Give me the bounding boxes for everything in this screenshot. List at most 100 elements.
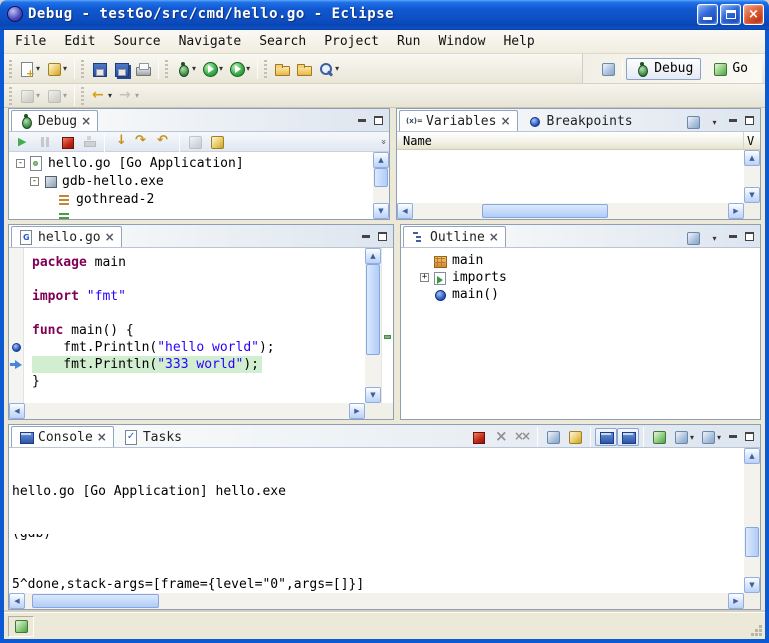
scroll-left-button[interactable]: ◀: [9, 403, 25, 419]
tree-item[interactable]: gothread-2: [9, 190, 373, 208]
overview-marker[interactable]: [384, 335, 391, 339]
tab-console[interactable]: Console×: [11, 426, 114, 447]
maximize-view-button[interactable]: [374, 228, 391, 245]
toolbar-drag-handle[interactable]: [81, 87, 84, 105]
open-go-file-button[interactable]: [271, 58, 293, 80]
expand-icon[interactable]: +: [420, 273, 429, 282]
variables-view-body[interactable]: ▲ ▼ ◀ ▶: [397, 150, 760, 219]
code-line[interactable]: [32, 271, 43, 288]
maximize-button[interactable]: [720, 4, 741, 25]
display-selected-console-button[interactable]: ▾: [670, 428, 697, 446]
scroll-right-button[interactable]: ▶: [728, 203, 744, 219]
console-horizontal-scrollbar[interactable]: ◀ ▶: [9, 593, 744, 609]
scroll-down-button[interactable]: ▼: [744, 577, 760, 593]
run-external-tools-button[interactable]: ▾: [226, 58, 253, 80]
maximize-view-button[interactable]: [741, 428, 758, 445]
scroll-down-button[interactable]: ▼: [373, 203, 389, 219]
open-perspective-button[interactable]: [597, 60, 619, 78]
code-line[interactable]: [32, 305, 43, 322]
dropdown-arrow-icon[interactable]: ▾: [36, 91, 40, 100]
view-menu-button[interactable]: ▾: [704, 229, 724, 247]
dropdown-arrow-icon[interactable]: ▾: [335, 64, 339, 73]
step-into-button[interactable]: [109, 133, 131, 151]
collapse-icon[interactable]: -: [16, 159, 25, 168]
scrollbar-thumb[interactable]: [366, 264, 380, 355]
console-output[interactable]: hello.go [Go Application] hello.exe (gdb…: [12, 448, 743, 592]
clear-console-button[interactable]: [542, 428, 564, 446]
debug-perspective-button[interactable]: Debug: [626, 58, 701, 80]
overview-ruler[interactable]: [381, 248, 393, 403]
collapse-all-button[interactable]: [682, 113, 704, 131]
terminate-button[interactable]: [56, 133, 78, 151]
debug-button[interactable]: ▾: [172, 58, 199, 80]
editor-gutter[interactable]: [9, 248, 24, 403]
close-icon[interactable]: ×: [97, 431, 107, 443]
menu-project[interactable]: Project: [315, 31, 388, 52]
dropdown-arrow-icon[interactable]: ▾: [219, 64, 223, 73]
scroll-left-button[interactable]: ◀: [397, 203, 413, 219]
tab-hello-go[interactable]: hello.go ×: [11, 226, 122, 247]
code-area[interactable]: package main import "fmt" func main() { …: [25, 248, 365, 403]
tab-tasks[interactable]: Tasks: [116, 426, 189, 447]
debug-vertical-scrollbar[interactable]: ▲ ▼: [373, 152, 389, 219]
scrollbar-thumb[interactable]: [374, 168, 388, 187]
tree-item[interactable]: +imports: [413, 269, 760, 286]
toolbar-overflow-icon[interactable]: »: [378, 139, 388, 145]
search-button[interactable]: ▾: [315, 58, 342, 80]
tree-item[interactable]: main: [413, 252, 760, 269]
tab-variables[interactable]: Variables×: [399, 110, 518, 131]
dropdown-arrow-icon[interactable]: ▾: [246, 64, 250, 73]
disconnect-button[interactable]: [78, 133, 100, 151]
next-annotation-button[interactable]: ▾: [16, 85, 43, 107]
previous-annotation-button[interactable]: ▾: [43, 85, 70, 107]
tab-breakpoints[interactable]: Breakpoints: [520, 110, 640, 131]
code-line[interactable]: func main() {: [32, 322, 137, 339]
tree-item[interactable]: -hello.go [Go Application]: [9, 154, 373, 172]
titlebar[interactable]: Debug - testGo/src/cmd/hello.go - Eclips…: [0, 0, 769, 30]
minimize-view-button[interactable]: [724, 428, 741, 445]
scroll-up-button[interactable]: ▲: [744, 448, 760, 464]
dropdown-arrow-icon[interactable]: ▾: [36, 64, 40, 73]
save-all-button[interactable]: [110, 58, 132, 80]
scrollbar-thumb[interactable]: [32, 594, 159, 608]
tree-item[interactable]: [9, 208, 373, 219]
menu-navigate[interactable]: Navigate: [170, 31, 251, 52]
close-icon[interactable]: ×: [500, 115, 510, 127]
dropdown-arrow-icon[interactable]: ▾: [690, 433, 694, 442]
menu-source[interactable]: Source: [105, 31, 170, 52]
minimize-view-button[interactable]: [724, 112, 741, 129]
scroll-up-button[interactable]: ▲: [373, 152, 389, 168]
scrollbar-thumb[interactable]: [745, 527, 759, 556]
code-line[interactable]: fmt.Println("333 world");: [32, 356, 262, 373]
minimize-view-button[interactable]: [353, 112, 370, 129]
step-return-button[interactable]: [153, 133, 175, 151]
pin-console-button[interactable]: [648, 428, 670, 446]
scroll-right-button[interactable]: ▶: [728, 593, 744, 609]
view-menu-button[interactable]: ▾: [704, 113, 724, 131]
remove-all-terminated-button[interactable]: [511, 428, 533, 446]
print-button[interactable]: [132, 58, 154, 80]
menu-window[interactable]: Window: [429, 31, 494, 52]
code-line[interactable]: fmt.Println("hello world");: [32, 339, 278, 356]
dropdown-arrow-icon[interactable]: ▾: [192, 64, 196, 73]
save-button[interactable]: [88, 58, 110, 80]
close-button[interactable]: ×: [743, 4, 764, 25]
editor-horizontal-scrollbar[interactable]: ◀ ▶: [9, 403, 365, 419]
dropdown-arrow-icon[interactable]: ▾: [63, 64, 67, 73]
scroll-down-button[interactable]: ▼: [744, 187, 760, 203]
dropdown-arrow-icon[interactable]: ▾: [108, 91, 112, 100]
suspend-button[interactable]: [34, 133, 56, 151]
tab-outline[interactable]: Outline ×: [403, 226, 506, 247]
tab-debug[interactable]: Debug ×: [11, 110, 98, 131]
forward-button[interactable]: ▾: [115, 85, 142, 107]
back-button[interactable]: ▾: [88, 85, 115, 107]
scroll-up-button[interactable]: ▲: [365, 248, 381, 264]
editor-vertical-scrollbar[interactable]: ▲ ▼: [365, 248, 381, 403]
scrollbar-thumb[interactable]: [482, 204, 608, 218]
toolbar-drag-handle[interactable]: [9, 60, 12, 78]
dropdown-arrow-icon[interactable]: ▾: [717, 433, 721, 442]
breakpoint-icon[interactable]: [12, 343, 21, 352]
sort-button[interactable]: [682, 229, 704, 247]
new-go-element-button[interactable]: ▾: [43, 58, 70, 80]
scroll-up-button[interactable]: ▲: [744, 150, 760, 166]
